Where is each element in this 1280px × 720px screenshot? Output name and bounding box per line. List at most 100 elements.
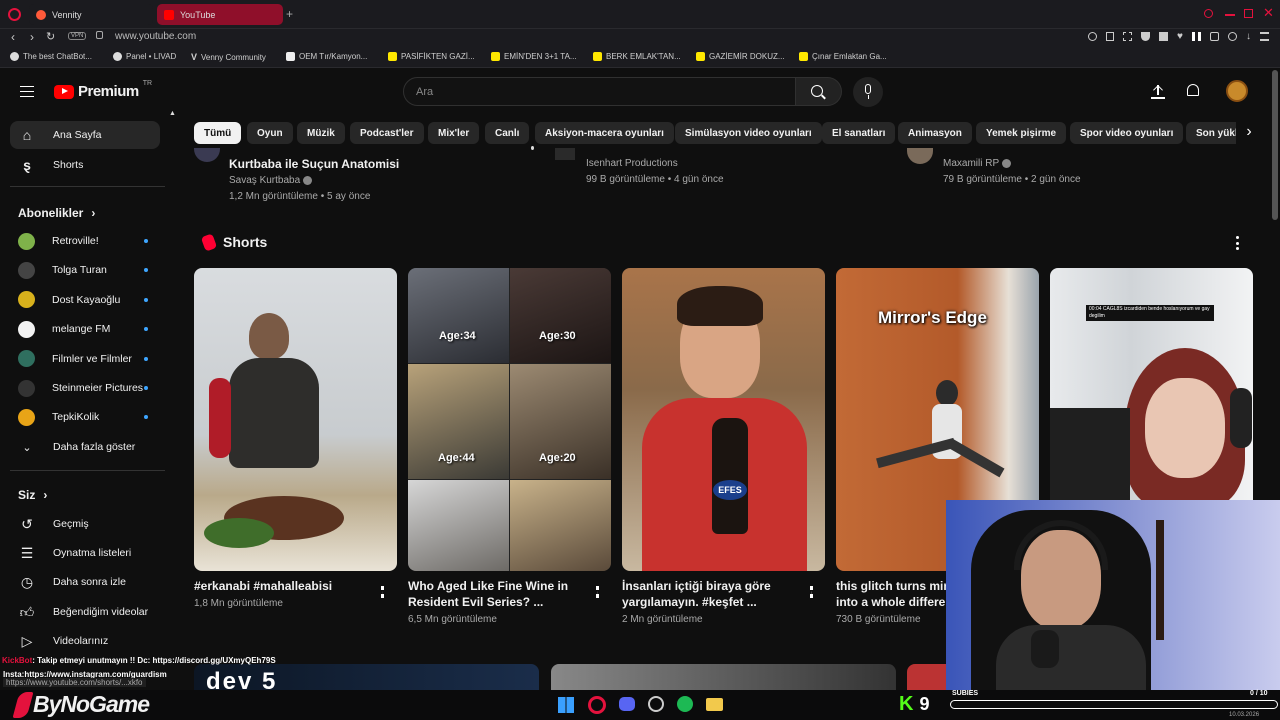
notifications-bell-icon[interactable] <box>1187 84 1199 96</box>
shield-icon[interactable] <box>1141 32 1150 41</box>
sidebar-item-watch-later[interactable]: ◷ Daha sonra izle <box>10 568 160 596</box>
bookmark-item[interactable]: PASİFİKTEN GAZİ... <box>388 52 475 61</box>
opera-taskbar-icon[interactable] <box>588 696 606 714</box>
short-thumbnail[interactable]: EFES <box>622 268 825 571</box>
channel-name[interactable]: Savaş Kurtbaba <box>229 175 312 186</box>
chip-item[interactable]: Canlı <box>485 122 530 144</box>
download-icon[interactable]: ↓ <box>1246 32 1251 42</box>
voice-search-button[interactable] <box>853 77 883 107</box>
chips-next-arrow-icon[interactable]: › <box>1236 121 1262 145</box>
chip-item[interactable]: Son yükle <box>1186 122 1236 144</box>
short-more-options-icon[interactable] <box>381 586 384 598</box>
short-title[interactable]: Who Aged Like Fine Wine in Resident Evil… <box>408 578 588 610</box>
chip-item[interactable]: Müzik <box>297 122 345 144</box>
short-thumbnail[interactable]: Age:34 Age:30 Age:44 Age:20 <box>408 268 611 571</box>
chip-item[interactable]: Yemek pişirme <box>976 122 1067 144</box>
chip-item[interactable]: Tümü <box>194 122 242 144</box>
sidebar-subscription-item[interactable]: Dost Kayaoğlu <box>10 286 160 314</box>
subscriptions-heading[interactable]: Abonelikler › <box>18 206 95 220</box>
video-title[interactable]: Kurtbaba ile Suçun Anatomisi <box>229 157 399 171</box>
short-title[interactable]: #erkanabi #mahalleabisi <box>194 578 332 594</box>
short-more-options-icon[interactable] <box>810 586 813 598</box>
sidebar-subscription-item[interactable]: melange FM <box>10 315 160 343</box>
youtube-logo[interactable]: Premium TR <box>54 80 152 100</box>
search-button[interactable] <box>796 77 842 106</box>
sidebar-subscription-item[interactable]: Filmler ve Filmler <box>10 345 160 373</box>
sidebar-item-home[interactable]: ⌂ Ana Sayfa <box>10 121 160 149</box>
account-avatar[interactable] <box>1226 80 1248 102</box>
shorts-more-options-icon[interactable] <box>1235 236 1239 250</box>
windows-start-icon[interactable] <box>558 697 574 713</box>
sidebar-subscription-item[interactable]: Steinmeier Pictures <box>10 374 160 402</box>
chip-item[interactable]: Spor video oyunları <box>1070 122 1184 144</box>
upload-icon[interactable] <box>1151 83 1165 99</box>
bookmark-item[interactable]: EMİN'DEN 3+1 TA... <box>491 52 577 61</box>
menu-icon[interactable] <box>1259 32 1269 41</box>
video-thumbnail[interactable]: dev 5 <box>194 664 539 690</box>
snapshot-icon[interactable] <box>1123 32 1132 41</box>
close-window-button[interactable]: ✕ <box>1263 5 1274 21</box>
chip-item[interactable]: El sanatları <box>822 122 896 144</box>
bookmark-item[interactable]: Panel • LIVAD <box>113 52 176 61</box>
heart-icon[interactable]: ♥ <box>1177 32 1183 42</box>
short-title[interactable]: this glitch turns mirro into a whole dif… <box>836 578 946 610</box>
bookmark-item[interactable]: Çınar Emlaktan Ga... <box>799 52 887 61</box>
video-thumbnail[interactable] <box>907 664 947 690</box>
bookmark-item[interactable]: V Venny Community <box>191 52 266 62</box>
chip-item[interactable]: Simülasyon video oyunları <box>675 122 822 144</box>
chip-item[interactable]: Animasyon <box>898 122 972 144</box>
you-heading[interactable]: Siz › <box>18 488 47 502</box>
show-more-button[interactable]: ⌄ Daha fazla göster <box>10 433 160 461</box>
bookmark-item[interactable]: BERK EMLAK'TAN... <box>593 52 681 61</box>
sidebar-item-shorts[interactable]: ȿ Shorts <box>10 151 160 179</box>
more-options-icon[interactable] <box>531 146 534 150</box>
reload-icon[interactable]: ↻ <box>46 30 55 43</box>
opera-logo-icon[interactable] <box>8 8 21 21</box>
tab-vennity[interactable]: Vennity <box>29 4 153 25</box>
discord-taskbar-icon[interactable] <box>619 697 635 711</box>
tab-youtube[interactable]: YouTube <box>157 4 283 25</box>
maximize-button[interactable] <box>1244 9 1253 18</box>
bookmark-item[interactable]: GAZİEMİR DOKUZ... <box>696 52 785 61</box>
url-text[interactable]: www.youtube.com <box>115 31 196 42</box>
sidebar-item-your-videos[interactable]: ▷ Videolarınız <box>10 627 160 655</box>
sidebar-item-playlists[interactable]: ☰ Oynatma listeleri <box>10 539 160 567</box>
chip-item[interactable]: Mix'ler <box>428 122 480 144</box>
page-scrollbar[interactable] <box>1272 70 1278 220</box>
sidebar-subscription-item[interactable]: TepkiKolik <box>10 403 160 431</box>
zoom-icon[interactable] <box>1088 32 1097 41</box>
search-input[interactable]: Ara <box>403 77 796 106</box>
file-explorer-taskbar-icon[interactable] <box>706 698 723 711</box>
chip-item[interactable]: Aksiyon-macera oyunları <box>535 122 674 144</box>
video-avatar[interactable] <box>907 148 933 164</box>
sidebar-subscription-item[interactable]: Retroville! <box>10 227 160 255</box>
bookmark-item[interactable]: OEM Tır/Kamyon... <box>286 52 367 61</box>
vpn-badge[interactable]: VPN <box>68 32 87 40</box>
hamburger-menu-icon[interactable] <box>20 86 34 97</box>
search-tabs-icon[interactable] <box>1204 9 1213 18</box>
short-more-options-icon[interactable] <box>596 586 599 598</box>
back-arrow-icon[interactable]: ‹ <box>11 30 15 44</box>
extensions-icon[interactable] <box>1209 32 1219 41</box>
short-title[interactable]: İnsanları içtiği biraya göre yargılamayı… <box>622 578 802 610</box>
bookmark-icon[interactable] <box>1159 32 1168 41</box>
video-thumbnail[interactable] <box>551 664 896 690</box>
bookmark-item[interactable]: The best ChatBot... <box>10 52 92 61</box>
spotify-taskbar-icon[interactable] <box>677 696 693 712</box>
easy-setup-icon[interactable] <box>1227 32 1237 41</box>
sidebar-item-history[interactable]: ↺ Geçmiş <box>10 510 160 538</box>
chip-item[interactable]: Podcast'ler <box>350 122 424 144</box>
obs-taskbar-icon[interactable] <box>648 696 664 712</box>
new-tab-button[interactable]: + <box>286 8 293 20</box>
sidebar-subscription-item[interactable]: Tolga Turan <box>10 256 160 284</box>
video-avatar[interactable] <box>194 148 220 162</box>
channel-name[interactable]: Maxamili RP <box>943 158 1011 169</box>
channel-name[interactable]: Isenhart Productions <box>586 158 678 169</box>
forward-arrow-icon[interactable]: › <box>30 30 34 44</box>
pin-icon[interactable] <box>1106 32 1114 41</box>
short-thumbnail[interactable] <box>194 268 397 571</box>
chip-item[interactable]: Oyun <box>247 122 293 144</box>
minimize-button[interactable] <box>1225 14 1235 16</box>
video-avatar[interactable] <box>555 148 575 160</box>
sidebar-panel-icon[interactable] <box>1191 32 1201 41</box>
